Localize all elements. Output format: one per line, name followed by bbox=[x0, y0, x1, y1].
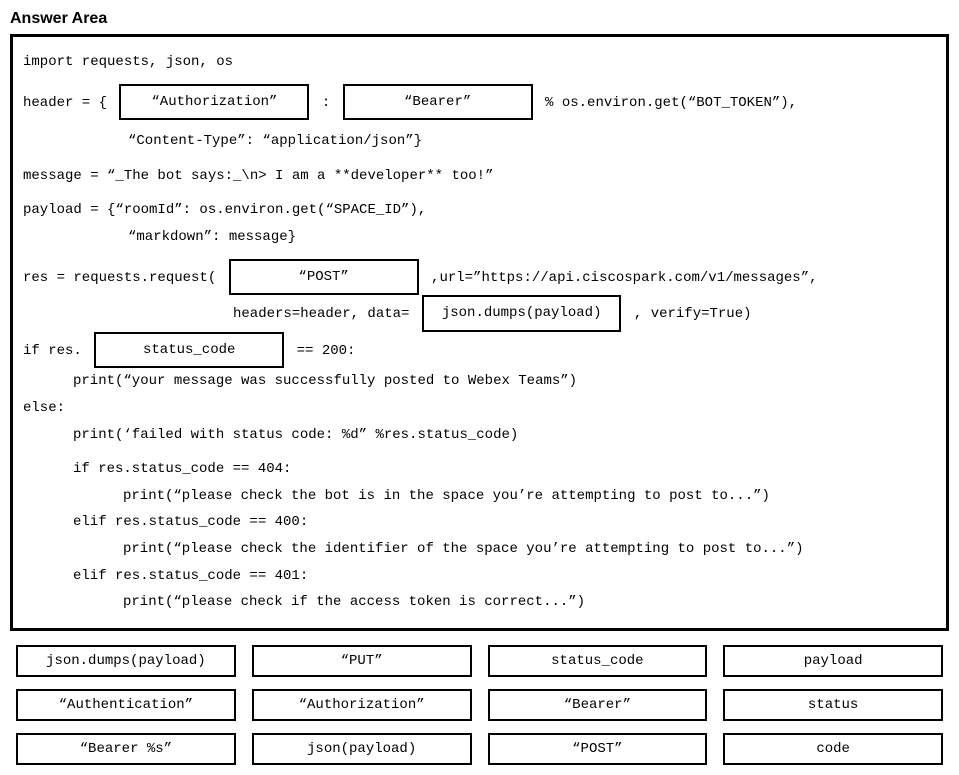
option-tile[interactable]: “Bearer” bbox=[488, 689, 708, 721]
code-line: elif res.status_code == 400: bbox=[23, 509, 936, 536]
code-text: res = requests.request( bbox=[23, 270, 216, 286]
code-line: res = requests.request( “POST” ,url=”htt… bbox=[23, 259, 936, 296]
option-tile[interactable]: status bbox=[723, 689, 943, 721]
option-tile[interactable]: json.dumps(payload) bbox=[16, 645, 236, 677]
drop-zone-1[interactable]: “Authorization” bbox=[119, 84, 309, 121]
option-tile[interactable]: “Bearer %s” bbox=[16, 733, 236, 765]
code-area: import requests, json, os header = { “Au… bbox=[10, 34, 949, 631]
code-line: print(‘failed with status code: %d” %res… bbox=[23, 422, 936, 449]
drop-zone-4[interactable]: json.dumps(payload) bbox=[422, 295, 622, 332]
option-tile[interactable]: “POST” bbox=[488, 733, 708, 765]
code-line: elif res.status_code == 401: bbox=[23, 563, 936, 590]
code-text: == 200: bbox=[297, 343, 356, 359]
option-tile[interactable]: json(payload) bbox=[252, 733, 472, 765]
code-line: “Content-Type”: “application/json”} bbox=[23, 128, 936, 155]
code-line: print(“your message was successfully pos… bbox=[23, 368, 936, 395]
code-text: % os.environ.get(“BOT_TOKEN”), bbox=[545, 95, 797, 111]
code-line: print(“please check if the access token … bbox=[23, 589, 936, 616]
code-line: message = “_The bot says:_\n> I am a **d… bbox=[23, 163, 936, 190]
code-line: “markdown”: message} bbox=[23, 224, 936, 251]
code-line: else: bbox=[23, 395, 936, 422]
code-text: if res. bbox=[23, 343, 82, 359]
option-tile[interactable]: code bbox=[723, 733, 943, 765]
code-text: header = { bbox=[23, 95, 107, 111]
option-tile[interactable]: “PUT” bbox=[252, 645, 472, 677]
option-tile[interactable]: status_code bbox=[488, 645, 708, 677]
code-text: headers=header, data= bbox=[233, 306, 409, 322]
code-text: : bbox=[322, 95, 330, 111]
drop-zone-5[interactable]: status_code bbox=[94, 332, 284, 369]
code-line: import requests, json, os bbox=[23, 49, 936, 76]
code-line: if res. status_code == 200: bbox=[23, 332, 936, 369]
option-tile[interactable]: payload bbox=[723, 645, 943, 677]
drop-zone-3[interactable]: “POST” bbox=[229, 259, 419, 296]
options-grid: json.dumps(payload) “PUT” status_code pa… bbox=[10, 645, 949, 765]
code-line: print(“please check the identifier of th… bbox=[23, 536, 936, 563]
code-text: , verify=True) bbox=[634, 306, 752, 322]
code-line: header = { “Authorization” : “Bearer” % … bbox=[23, 84, 936, 121]
answer-area-title: Answer Area bbox=[10, 10, 949, 28]
code-line: if res.status_code == 404: bbox=[23, 456, 936, 483]
code-line: print(“please check the bot is in the sp… bbox=[23, 483, 936, 510]
option-tile[interactable]: “Authorization” bbox=[252, 689, 472, 721]
code-line: payload = {“roomId”: os.environ.get(“SPA… bbox=[23, 197, 936, 224]
drop-zone-2[interactable]: “Bearer” bbox=[343, 84, 533, 121]
option-tile[interactable]: “Authentication” bbox=[16, 689, 236, 721]
code-line: headers=header, data= json.dumps(payload… bbox=[23, 295, 936, 332]
code-text: ,url=”https://api.ciscospark.com/v1/mess… bbox=[431, 270, 817, 286]
